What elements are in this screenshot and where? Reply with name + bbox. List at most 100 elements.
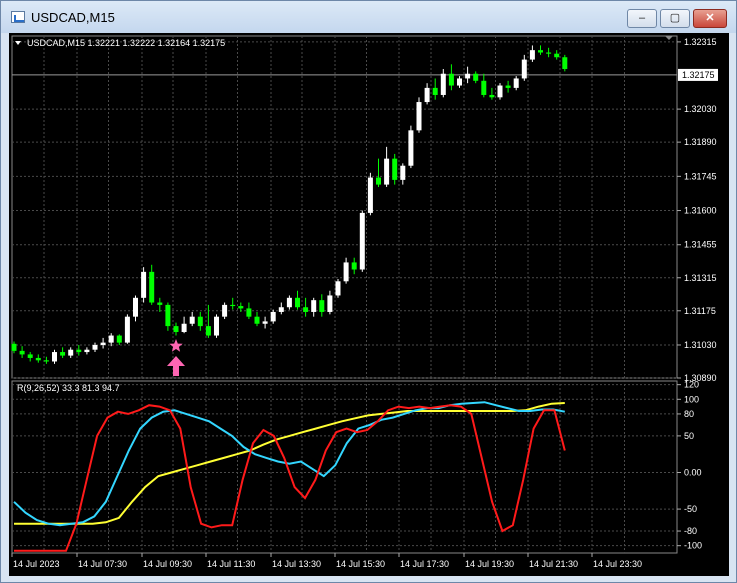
- close-button[interactable]: ✕: [693, 9, 727, 28]
- candle-body: [181, 323, 187, 333]
- candle-body: [554, 53, 560, 58]
- candle-body: [424, 87, 430, 103]
- candle-body: [254, 316, 260, 324]
- candle-body: [43, 360, 49, 362]
- candle-body: [116, 335, 122, 343]
- candle-body: [473, 73, 479, 81]
- candle-body: [505, 85, 511, 88]
- candle-body: [286, 297, 292, 308]
- time-label: 14 Jul 19:30: [465, 559, 514, 569]
- candle-body: [246, 308, 252, 317]
- price-label: 1.31745: [684, 171, 717, 181]
- indicator-scale-label: 0.00: [684, 467, 702, 477]
- candle-body: [165, 304, 171, 327]
- candle-body: [440, 73, 446, 95]
- candle-body: [52, 352, 57, 362]
- candle-body: [521, 59, 527, 79]
- candle-body: [11, 343, 17, 351]
- candle-body: [124, 316, 130, 343]
- candle-body: [311, 300, 317, 312]
- candle-body: [108, 335, 114, 343]
- axes: 1.32315 1.32030 1.31890 1.31745 1.31600 1.314…: [11, 36, 718, 569]
- candle-body: [327, 295, 333, 312]
- price-chart-svg[interactable]: 1.32315 1.32030 1.31890 1.31745 1.31600 1.314…: [9, 33, 729, 576]
- candle-body: [465, 73, 471, 79]
- price-label: 1.31030: [684, 340, 717, 350]
- chart-grid: [11, 35, 678, 554]
- candle-body: [270, 311, 276, 322]
- candle-body: [384, 158, 390, 185]
- indicator-scale-label: -50: [684, 504, 697, 514]
- candle-body: [319, 300, 325, 312]
- candle-body: [448, 73, 454, 86]
- candle-body: [497, 85, 503, 98]
- title-bar[interactable]: USDCAD,M15 – ▢ ✕: [1, 1, 736, 33]
- time-label: 14 Jul 07:30: [78, 559, 127, 569]
- candle-body: [351, 262, 357, 270]
- candle-body: [27, 354, 33, 358]
- candle-body: [189, 316, 195, 324]
- candle-body: [84, 349, 90, 353]
- price-label: 1.31175: [684, 306, 716, 316]
- indicator-scale-label: 80: [684, 409, 694, 419]
- indicator-line-red: [14, 404, 566, 552]
- time-label: 14 Jul 21:30: [529, 559, 578, 569]
- time-label: 14 Jul 23:30: [593, 559, 642, 569]
- candle-body: [141, 271, 147, 298]
- main-header: USDCAD,M15 1.32221 1.32222 1.32164 1.321…: [27, 38, 225, 48]
- candle-body: [335, 281, 341, 296]
- indicator-scale-label: 100: [684, 394, 699, 404]
- indicator-scale-label: -80: [684, 526, 697, 536]
- candle-body: [481, 80, 487, 95]
- candle-body: [432, 87, 438, 95]
- chart-menu-triangle-icon[interactable]: [15, 41, 21, 45]
- candle-body: [538, 50, 543, 53]
- shift-triangle-icon: [665, 36, 673, 40]
- candle-body: [149, 271, 155, 303]
- candle-body: [222, 304, 228, 317]
- candle-body: [359, 212, 365, 270]
- candle-body: [92, 344, 98, 350]
- price-label: 1.32030: [684, 104, 717, 114]
- maximize-button[interactable]: ▢: [660, 9, 690, 28]
- time-label: 14 Jul 09:30: [143, 559, 192, 569]
- candle-body: [562, 57, 568, 70]
- candle-body: [214, 316, 219, 336]
- candle-body: [343, 262, 349, 282]
- minimize-button[interactable]: –: [627, 9, 657, 28]
- candle-body: [408, 130, 414, 166]
- candle-body: [100, 342, 106, 345]
- price-label: 1.31600: [684, 206, 717, 216]
- time-label: 14 Jul 13:30: [272, 559, 321, 569]
- current-price-label: 1.32175: [682, 70, 715, 80]
- time-label: 14 Jul 15:30: [336, 559, 385, 569]
- candle-body: [76, 349, 82, 353]
- star-icon: [169, 339, 183, 352]
- indicator-scale-label: -100: [684, 541, 702, 551]
- candle-body: [173, 326, 179, 333]
- candle-body: [489, 94, 495, 98]
- indicator-lines: [13, 401, 566, 552]
- candle-body: [133, 297, 138, 317]
- indicator-scale-label: 120: [684, 380, 699, 390]
- candle-body: [278, 307, 284, 312]
- candle-body: [68, 349, 74, 356]
- indicator-header: R(9,26,52) 33.3 81.3 94.7: [17, 383, 120, 393]
- up-arrow-icon: [167, 356, 185, 376]
- window-title: USDCAD,M15: [31, 10, 115, 25]
- chart-area[interactable]: 1.32315 1.32030 1.31890 1.31745 1.31600 1.314…: [9, 33, 729, 576]
- candle-body: [457, 78, 462, 86]
- candle-body: [238, 306, 244, 309]
- candle-body: [400, 165, 406, 180]
- candle-body: [376, 177, 381, 185]
- candle-body: [205, 326, 211, 336]
- candle-body: [197, 316, 203, 327]
- candle-body: [295, 297, 300, 308]
- candle-body: [367, 177, 373, 213]
- candle-body: [230, 304, 236, 307]
- indicator-scale-label: 50: [684, 431, 694, 441]
- time-label: 14 Jul 2023: [13, 559, 60, 569]
- candle-body: [60, 352, 66, 356]
- chart-window-icon: [11, 11, 25, 23]
- candle-body: [262, 321, 268, 324]
